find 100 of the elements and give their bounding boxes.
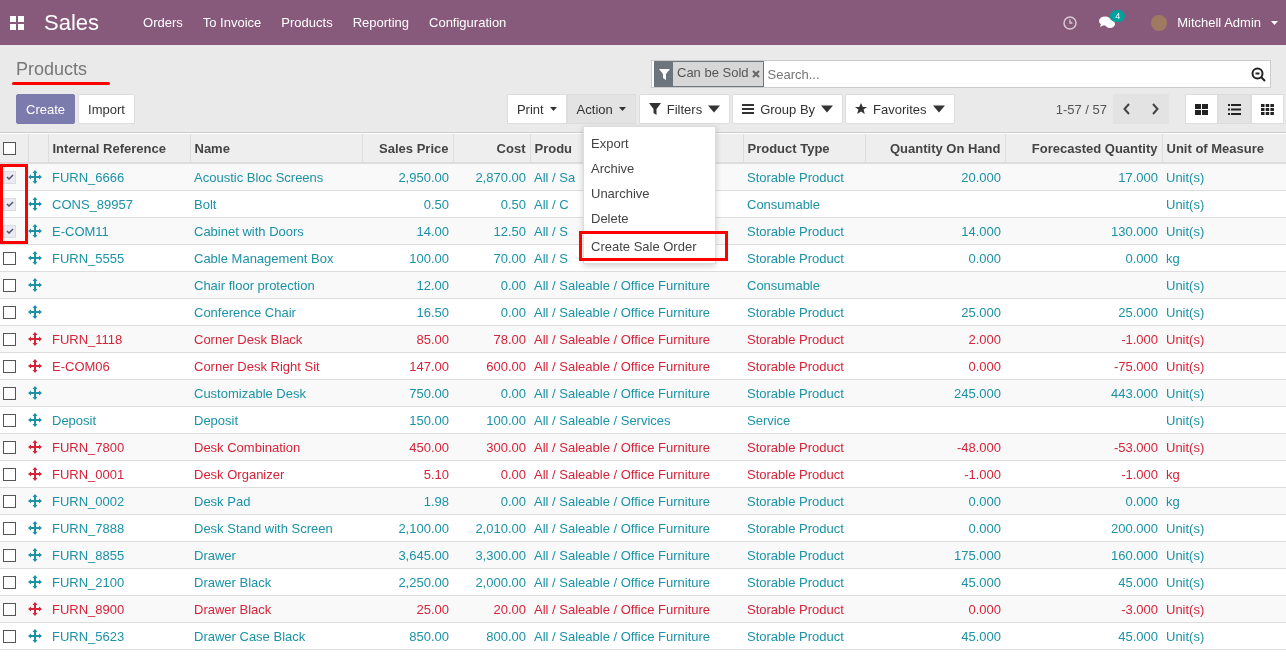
drag-handle-icon[interactable] [28,629,42,643]
table-cell: All / S [534,250,568,266]
table-cell: Storable Product [747,304,844,320]
drag-handle-icon[interactable] [28,224,42,238]
menu-item[interactable]: Orders [133,15,193,30]
table-cell: 0.00 [500,277,526,293]
table-cell: FURN_0001 [52,466,125,482]
search-field[interactable]: Can be Sold Search... [651,60,1271,88]
column-header[interactable]: Cost [453,134,530,163]
drag-handle-icon[interactable] [28,251,42,265]
row-checkbox[interactable] [3,305,16,319]
table-cell: Desk Combination [194,439,301,455]
grid-view-button[interactable] [1251,94,1284,124]
row-checkbox[interactable] [3,251,16,265]
dropdown-button[interactable]: Action [566,94,636,124]
drag-handle-icon[interactable] [28,197,42,211]
row-checkbox[interactable] [3,629,16,643]
table-cell: 200.000 [1111,520,1158,536]
column-header[interactable]: Unit of Measure [1162,134,1286,163]
drag-handle-icon[interactable] [28,359,42,373]
table-cell: 5.10 [423,466,449,482]
search-option-button[interactable]: Group By [732,94,844,124]
row-checkbox[interactable] [3,413,16,427]
table-cell: Chair floor protection [194,277,315,293]
row-checkbox[interactable] [3,494,16,508]
menu-item[interactable]: Products [271,15,343,30]
search-icon[interactable] [1251,66,1266,82]
next-page-button[interactable] [1141,94,1169,124]
column-header[interactable]: Internal Reference [48,134,190,163]
drag-handle-icon[interactable] [28,602,42,616]
create-button[interactable]: Create [16,94,76,124]
table-cell: FURN_1118 [52,331,123,347]
filter-facet[interactable]: Can be Sold [654,61,764,87]
menu-item[interactable]: Unarchive [584,181,715,206]
table-cell: 0.000 [968,250,1001,266]
kanban-view-button[interactable] [1185,94,1218,124]
row-checkbox[interactable] [3,359,16,373]
row-checkbox[interactable] [3,467,16,481]
menu-item[interactable]: Reporting [342,15,419,30]
previous-page-button[interactable] [1113,94,1141,124]
row-checkbox[interactable] [3,548,16,562]
table-cell: 2,010.00 [475,520,526,536]
table-cell: All / Saleable / Office Furniture [534,574,711,590]
row-checkbox[interactable] [3,386,16,400]
table-cell: E-COM06 [52,358,110,374]
table-cell: 25.00 [416,601,449,617]
table-cell: 2,100.00 [398,520,449,536]
close-icon[interactable] [751,70,760,78]
drag-handle-icon[interactable] [28,386,42,400]
row-checkbox[interactable] [3,278,16,292]
drag-handle-icon[interactable] [28,467,42,481]
drag-handle-icon[interactable] [28,494,42,508]
import-button[interactable]: Import [78,94,135,124]
table-cell: Customizable Desk [194,385,306,401]
column-header[interactable]: Quantity On Hand [865,134,1005,163]
select-all-checkbox[interactable] [3,141,16,155]
menu-item[interactable]: Archive [584,156,715,181]
column-header[interactable]: Forecasted Quantity [1005,134,1162,163]
apps-menu-icon[interactable] [10,15,24,30]
table-cell: -1.000 [964,466,1001,482]
table-cell: Conference Chair [194,304,296,320]
table-cell: Unit(s) [1166,277,1205,293]
menu-item[interactable]: Export [584,131,715,156]
column-header[interactable]: Product Type [743,134,865,163]
row-checkbox[interactable] [3,602,16,616]
drag-handle-icon[interactable] [28,305,42,319]
caret-icon [932,103,945,115]
drag-handle-icon[interactable] [28,413,42,427]
search-option-button[interactable]: Favorites [845,94,955,124]
row-checkbox[interactable] [3,521,16,535]
table-cell: All / Saleable / Office Furniture [534,601,711,617]
dropdown-button[interactable]: Print [506,94,567,124]
column-header[interactable]: Sales Price [362,134,453,163]
drag-handle-icon[interactable] [28,332,42,346]
clock-icon[interactable] [1063,15,1078,30]
drag-handle-icon[interactable] [28,278,42,292]
table-cell: All / Saleable / Office Furniture [534,520,711,536]
table-cell: Service [747,412,791,428]
drag-handle-icon[interactable] [28,170,42,184]
user-menu[interactable]: Mitchell Admin [1177,15,1261,30]
row-checkbox[interactable] [3,332,16,346]
table-cell: 0.50 [423,196,449,212]
table-cell: Unit(s) [1166,304,1205,320]
drag-handle-icon[interactable] [28,521,42,535]
table-cell: 14.00 [416,223,449,239]
row-checkbox[interactable] [3,440,16,454]
table-cell: 0.000 [968,520,1001,536]
drag-handle-icon[interactable] [28,548,42,562]
table-cell: 2,250.00 [398,574,449,590]
search-option-button[interactable]: Filters [638,94,731,124]
menu-item[interactable]: Create Sale Order [581,233,726,259]
menu-item[interactable]: Configuration [419,15,517,30]
column-header[interactable]: Name [190,134,362,163]
row-checkbox[interactable] [3,575,16,589]
menu-item[interactable]: Delete [584,206,715,231]
table-cell: 750.00 [409,385,449,401]
list-view-button[interactable] [1218,94,1251,124]
drag-handle-icon[interactable] [28,575,42,589]
drag-handle-icon[interactable] [28,440,42,454]
menu-item[interactable]: To Invoice [192,15,272,30]
